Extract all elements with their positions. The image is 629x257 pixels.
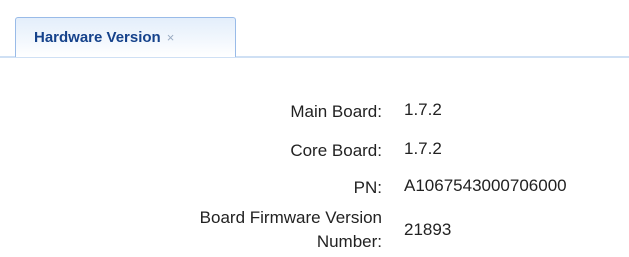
pn-label: PN: [353,178,382,197]
firmware-version-label-line2: Number: [316,232,382,251]
pn-value: A1067543000706000 [404,176,567,195]
firmware-version-value: 21893 [404,220,452,239]
main-board-value: 1.7.2 [404,100,442,119]
core-board-label: Core Board: [290,141,382,160]
core-board-value: 1.7.2 [404,139,442,158]
hardware-info-form: Main Board: 1.7.2 Core Board: 1.7.2 PN: … [0,0,629,257]
main-board-label: Main Board: [290,102,382,121]
firmware-version-label-line1: Board Firmware Version [199,208,382,227]
hardware-version-page: Hardware Version × Main Board: 1.7.2 Cor… [0,0,629,257]
